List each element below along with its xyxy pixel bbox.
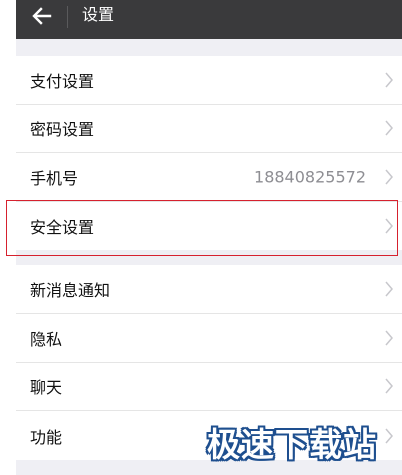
chevron-right-icon (384, 218, 394, 234)
chevron-right-icon (384, 72, 394, 88)
settings-item-privacy[interactable]: 隐私 (16, 314, 402, 363)
chevron-right-icon (384, 120, 394, 136)
settings-group-account: 支付设置 密码设置 手机号 18840825572 安全设置 (16, 56, 402, 250)
settings-item-label: 手机号 (30, 168, 79, 188)
arrow-left-icon (32, 7, 52, 25)
topbar-divider (67, 6, 68, 28)
back-button[interactable] (29, 3, 55, 29)
chevron-right-icon (384, 378, 394, 394)
chevron-right-icon (384, 281, 394, 297)
settings-item-payment[interactable]: 支付设置 (16, 56, 402, 105)
settings-screen: 设置 支付设置 密码设置 手机号 18840825572 安全设置 新消息通知 … (16, 0, 402, 475)
settings-item-security[interactable]: 安全设置 (16, 202, 402, 251)
page-title: 设置 (82, 5, 115, 24)
settings-item-label: 密码设置 (30, 120, 95, 140)
settings-item-chat[interactable]: 聊天 (16, 363, 402, 412)
settings-item-label: 新消息通知 (30, 280, 111, 300)
top-navigation-bar: 设置 (16, 0, 402, 39)
settings-item-label: 聊天 (30, 378, 63, 398)
chevron-right-icon (384, 428, 394, 444)
settings-item-features[interactable]: 功能 (16, 411, 402, 460)
chevron-right-icon (384, 169, 394, 185)
settings-item-notifications[interactable]: 新消息通知 (16, 265, 402, 314)
settings-item-label: 安全设置 (30, 217, 95, 237)
chevron-right-icon (384, 330, 394, 346)
settings-item-phone[interactable]: 手机号 18840825572 (16, 153, 402, 202)
settings-item-label: 隐私 (30, 329, 63, 349)
settings-item-label: 功能 (30, 427, 63, 447)
phone-number-value: 18840825572 (254, 167, 366, 187)
settings-group-general: 新消息通知 隐私 聊天 功能 (16, 265, 402, 460)
settings-item-label: 支付设置 (30, 71, 95, 91)
settings-item-password[interactable]: 密码设置 (16, 105, 402, 153)
